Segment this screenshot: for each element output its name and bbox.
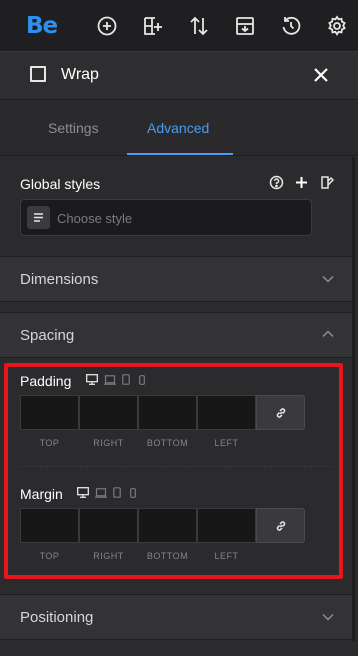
section-positioning-label: Positioning <box>20 609 94 626</box>
chevron-down-icon[interactable] <box>321 272 335 286</box>
element-title: Wrap <box>61 66 99 83</box>
help-icon[interactable] <box>269 175 284 190</box>
section-spacing-label: Spacing <box>20 327 75 344</box>
element-checkbox[interactable] <box>30 66 46 82</box>
chevron-up-icon[interactable] <box>321 327 335 341</box>
close-icon[interactable] <box>313 67 329 83</box>
highlight-box <box>4 363 343 579</box>
add-grid-icon[interactable] <box>142 15 164 37</box>
global-style-placeholder: Choose style <box>57 211 133 226</box>
style-edit-icon[interactable] <box>320 175 335 190</box>
sort-icon[interactable] <box>188 15 210 37</box>
tab-advanced[interactable]: Advanced <box>147 120 209 136</box>
element-header <box>0 52 358 100</box>
active-tab-indicator <box>127 153 233 155</box>
add-style-icon[interactable] <box>294 175 309 190</box>
global-styles-label: Global styles <box>20 176 101 192</box>
plus-circle-icon[interactable] <box>96 15 118 37</box>
gear-icon[interactable] <box>326 15 348 37</box>
save-icon[interactable] <box>234 15 256 37</box>
app-logo[interactable]: Be <box>26 13 58 39</box>
history-icon[interactable] <box>280 15 302 37</box>
section-dimensions-label: Dimensions <box>20 271 99 288</box>
scrollbar[interactable] <box>352 157 355 641</box>
style-list-icon <box>27 206 50 229</box>
chevron-down-icon[interactable] <box>321 610 335 624</box>
tab-settings[interactable]: Settings <box>48 120 99 136</box>
